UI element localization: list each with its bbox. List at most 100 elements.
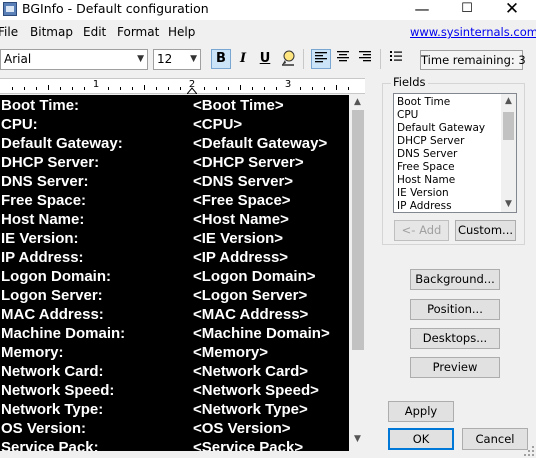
row-label: Network Type: bbox=[1, 401, 104, 418]
ruler-tick bbox=[228, 87, 229, 90]
ruler-tick bbox=[60, 87, 61, 90]
bold-button[interactable]: B bbox=[211, 49, 231, 69]
editor-row: DNS Server: <DNS Server> bbox=[0, 172, 349, 191]
close-button[interactable]: ✕ bbox=[490, 0, 534, 20]
font-size-combo[interactable]: 12 ▼ bbox=[153, 49, 201, 70]
sysinternals-link[interactable]: www.sysinternals.com bbox=[410, 25, 536, 39]
ruler-tick bbox=[264, 87, 265, 90]
ruler-tick bbox=[216, 87, 217, 90]
list-scroll-down-arrow-icon[interactable]: ▼ bbox=[501, 197, 516, 212]
menu-bitmap[interactable]: Bitmap bbox=[30, 24, 73, 40]
fields-list-item[interactable]: Boot Time bbox=[397, 96, 450, 109]
editor-row: Network Type: <Network Type> bbox=[0, 400, 349, 419]
ruler-tick bbox=[276, 87, 277, 90]
row-label: OS Version: bbox=[1, 420, 87, 437]
ruler: 1 2 3 bbox=[0, 78, 365, 94]
custom-field-button[interactable]: Custom... bbox=[455, 220, 516, 241]
ruler-tick bbox=[108, 87, 109, 90]
row-field-token: <DNS Server> bbox=[193, 173, 294, 190]
menu-help[interactable]: Help bbox=[168, 24, 195, 40]
config-text-editor[interactable]: Boot Time: <Boot Time> CPU: <CPU> Default … bbox=[0, 95, 349, 451]
ruler-tick bbox=[132, 87, 133, 90]
row-label: Network Card: bbox=[1, 363, 104, 380]
ok-button[interactable]: OK bbox=[388, 428, 454, 450]
row-field-token: <Boot Time> bbox=[193, 97, 284, 114]
ruler-number: 3 bbox=[284, 79, 292, 90]
align-left-button[interactable] bbox=[311, 49, 331, 69]
italic-button[interactable]: I bbox=[233, 49, 253, 69]
toolbar-separator bbox=[380, 49, 381, 69]
font-name-combo[interactable]: Arial ▼ bbox=[0, 49, 148, 70]
fields-list-item[interactable]: Default Gateway bbox=[397, 122, 485, 135]
ruler-tick bbox=[180, 87, 181, 90]
row-field-token: <DHCP Server> bbox=[193, 154, 304, 171]
editor-row: Service Pack: <Service Pack> bbox=[0, 438, 349, 451]
ruler-tick bbox=[252, 87, 253, 90]
fields-list-scroll-thumb[interactable] bbox=[503, 112, 514, 140]
minimize-button[interactable]: — bbox=[400, 0, 444, 20]
editor-row: Logon Domain: <Logon Domain> bbox=[0, 267, 349, 286]
ruler-tick bbox=[300, 87, 301, 90]
desktops-button[interactable]: Desktops... bbox=[410, 328, 500, 349]
editor-row: MAC Address: <MAC Address> bbox=[0, 305, 349, 324]
apply-button[interactable]: Apply bbox=[388, 401, 454, 422]
ruler-tick bbox=[72, 87, 73, 90]
menu-edit[interactable]: Edit bbox=[83, 24, 106, 40]
ruler-number: 1 bbox=[92, 79, 100, 90]
row-label: IP Address: bbox=[1, 249, 84, 266]
resize-grip-icon[interactable] bbox=[523, 445, 535, 457]
row-field-token: <Logon Server> bbox=[193, 287, 308, 304]
chevron-down-icon[interactable]: ▼ bbox=[190, 52, 197, 67]
align-center-button[interactable] bbox=[333, 49, 353, 69]
fields-group-title: Fields bbox=[391, 75, 428, 89]
editor-row: OS Version: <OS Version> bbox=[0, 419, 349, 438]
cancel-button[interactable]: Cancel bbox=[462, 428, 528, 450]
maximize-button[interactable]: ☐ bbox=[445, 0, 489, 20]
tab-stop-marker[interactable] bbox=[187, 87, 197, 94]
row-field-token: <Default Gateway> bbox=[193, 135, 328, 152]
editor-row: Default Gateway: <Default Gateway> bbox=[0, 134, 349, 153]
fields-list-item[interactable]: CPU bbox=[397, 109, 418, 122]
menu-format[interactable]: Format bbox=[117, 24, 159, 40]
add-field-button[interactable]: <- Add bbox=[394, 220, 449, 241]
ruler-tick bbox=[144, 85, 145, 90]
editor-scrollbar-thumb[interactable] bbox=[352, 110, 364, 350]
preview-button[interactable]: Preview bbox=[410, 357, 500, 378]
row-label: Free Space: bbox=[1, 192, 87, 209]
fields-list-item[interactable]: IE Version bbox=[397, 187, 449, 200]
position-button[interactable]: Position... bbox=[410, 299, 500, 320]
row-field-token: <Service Pack> bbox=[193, 439, 304, 451]
row-field-token: <Memory> bbox=[193, 344, 269, 361]
highlighter-icon bbox=[282, 50, 295, 66]
ruler-tick bbox=[12, 87, 13, 90]
fields-list-item[interactable]: DNS Server bbox=[397, 148, 457, 161]
list-scroll-up-arrow-icon[interactable]: ▲ bbox=[501, 94, 516, 109]
row-field-token: <Host Name> bbox=[193, 211, 289, 228]
editor-row: Free Space: <Free Space> bbox=[0, 191, 349, 210]
editor-row: Network Card: <Network Card> bbox=[0, 362, 349, 381]
fields-list-item[interactable]: IP Address bbox=[397, 200, 452, 212]
fields-listbox[interactable]: Boot Time CPU Default Gateway DHCP Serve… bbox=[393, 93, 517, 213]
fields-list-item[interactable]: DHCP Server bbox=[397, 135, 464, 148]
scroll-down-arrow-icon[interactable]: ▼ bbox=[349, 432, 366, 447]
chevron-down-icon[interactable]: ▼ bbox=[137, 52, 144, 67]
row-label: DNS Server: bbox=[1, 173, 89, 190]
highlight-color-button[interactable] bbox=[278, 49, 298, 69]
align-right-icon bbox=[359, 51, 371, 62]
background-button[interactable]: Background... bbox=[410, 269, 500, 290]
row-field-token: <Free Space> bbox=[193, 192, 291, 209]
align-right-button[interactable] bbox=[355, 49, 375, 69]
row-label: Boot Time: bbox=[1, 97, 80, 114]
time-remaining-button[interactable]: Time remaining: 3 bbox=[420, 50, 526, 70]
scroll-up-arrow-icon[interactable]: ▲ bbox=[349, 95, 366, 110]
bullets-button[interactable] bbox=[386, 49, 406, 69]
underline-button[interactable]: U bbox=[255, 49, 275, 69]
fields-list-item[interactable]: Host Name bbox=[397, 174, 455, 187]
row-field-token: <Machine Domain> bbox=[193, 325, 330, 342]
fields-list-item[interactable]: Free Space bbox=[397, 161, 455, 174]
bginfo-app-icon[interactable] bbox=[3, 2, 17, 16]
row-field-token: <OS Version> bbox=[193, 420, 291, 437]
menu-file[interactable]: File bbox=[0, 24, 18, 40]
row-label: IE Version: bbox=[1, 230, 79, 247]
ruler-tick bbox=[240, 85, 241, 90]
